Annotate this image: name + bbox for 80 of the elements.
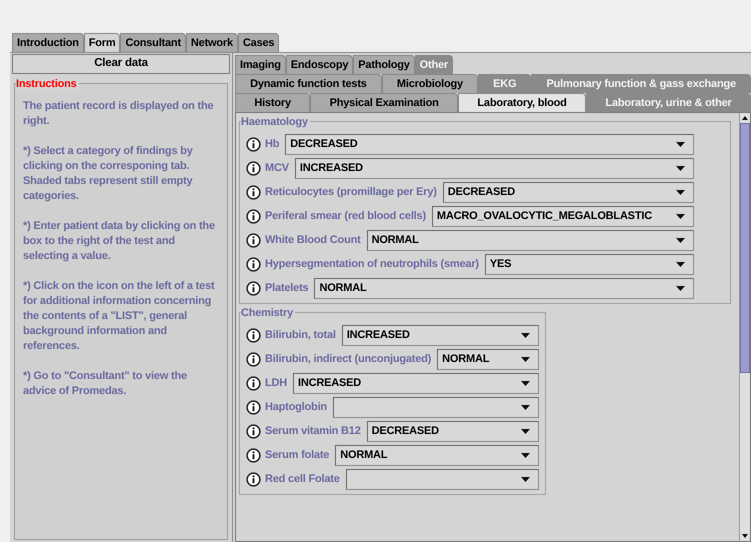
field-label: LDH xyxy=(265,376,288,392)
tab[interactable]: Dynamic function tests xyxy=(235,74,382,93)
field-label: Serum vitamin B12 xyxy=(265,424,362,440)
tab[interactable]: Network xyxy=(186,33,238,52)
tab[interactable]: Imaging xyxy=(235,55,286,74)
dropdown[interactable]: INCREASED xyxy=(294,158,694,179)
info-icon[interactable] xyxy=(246,472,261,487)
caret-icon xyxy=(521,357,530,362)
info-icon[interactable] xyxy=(246,448,261,463)
caret-icon xyxy=(676,238,685,243)
caret-icon xyxy=(521,405,530,410)
info-icon[interactable] xyxy=(246,137,261,152)
dropdown[interactable]: DECREASED xyxy=(442,182,694,203)
field-label: Hypersegmentation of neutrophils (smear) xyxy=(265,257,480,272)
clear-data-button[interactable]: Clear data xyxy=(12,54,230,74)
dropdown[interactable]: NORMAL xyxy=(335,445,539,466)
field-label: Periferal smear (red blood cells) xyxy=(265,209,427,224)
dropdown[interactable]: MACRO_OVALOCYTIC_MEGALOBLASTIC xyxy=(432,206,694,227)
info-icon[interactable] xyxy=(246,376,261,391)
caret-icon xyxy=(676,142,685,147)
field-label: MCV xyxy=(265,161,290,176)
dropdown[interactable]: DECREASED xyxy=(285,134,694,155)
tab[interactable]: Consultant xyxy=(120,33,186,52)
info-icon[interactable] xyxy=(246,233,261,248)
caret-icon xyxy=(521,453,530,458)
dropdown[interactable]: INCREASED xyxy=(293,373,539,394)
info-icon[interactable] xyxy=(246,352,261,367)
field-label: Bilirubin, total xyxy=(265,328,337,344)
field-label: Red cell Folate xyxy=(265,472,341,488)
tab[interactable]: Endoscopy xyxy=(286,55,354,74)
field-label: Serum folate xyxy=(265,448,330,464)
section-title: Chemistry xyxy=(241,305,295,322)
dropdown[interactable]: YES xyxy=(484,254,694,275)
tab[interactable]: Laboratory, blood xyxy=(458,93,586,112)
caret-icon xyxy=(676,262,685,267)
info-icon[interactable] xyxy=(246,424,261,439)
dropdown[interactable]: DECREASED xyxy=(366,421,539,442)
info-icon[interactable] xyxy=(246,328,261,343)
tab[interactable]: Microbiology xyxy=(382,74,478,93)
info-icon[interactable] xyxy=(246,209,261,224)
caret-icon xyxy=(676,214,685,219)
dropdown[interactable] xyxy=(332,397,539,418)
field-label: Reticulocytes (promillage per Ery) xyxy=(265,185,438,200)
tab[interactable]: Form xyxy=(84,33,120,52)
dropdown[interactable]: NORMAL xyxy=(314,278,694,299)
caret-icon xyxy=(521,477,530,482)
tab[interactable]: History xyxy=(235,93,310,112)
tab[interactable]: Pathology xyxy=(353,55,415,74)
info-icon[interactable] xyxy=(246,161,261,176)
instruction-text: *) Select a category of findings by clicking on the corresponing tab. Shaded tabs represent still empty categories. xyxy=(23,144,194,204)
section-title: Haematology xyxy=(241,114,310,130)
scrollbar[interactable] xyxy=(739,113,750,541)
tab[interactable]: Physical Examination xyxy=(310,93,458,112)
field-label: Platelets xyxy=(265,281,310,296)
scroll-thumb[interactable] xyxy=(740,123,750,373)
dropdown[interactable] xyxy=(346,469,539,490)
caret-icon xyxy=(676,166,685,171)
field-label: Bilirubin, indirect (unconjugated) xyxy=(265,352,432,368)
instruction-text: *) Click on the icon on the left of a test for additional information concerning the contents of a "LIST", general background information and references. xyxy=(23,279,216,354)
dropdown[interactable]: INCREASED xyxy=(342,325,539,346)
field-label: Hb xyxy=(265,137,280,152)
caret-icon xyxy=(676,190,685,195)
instruction-text: *) Enter patient data by clicking on the box to the right of the test and selecting a value. xyxy=(23,219,216,264)
tab[interactable]: Cases xyxy=(238,33,280,52)
info-icon[interactable] xyxy=(246,281,261,296)
instructions-title: Instructions xyxy=(16,76,79,92)
field-label: White Blood Count xyxy=(265,233,362,248)
caret-icon xyxy=(521,333,530,338)
field-label: Haptoglobin xyxy=(265,400,328,416)
info-icon[interactable] xyxy=(246,400,261,415)
caret-icon xyxy=(521,381,530,386)
instruction-text: The patient record is displayed on the right. xyxy=(23,99,214,129)
dropdown[interactable]: NORMAL xyxy=(437,349,539,370)
info-icon[interactable] xyxy=(246,257,261,272)
tab[interactable]: Introduction xyxy=(12,33,84,52)
caret-icon xyxy=(521,429,530,434)
dropdown[interactable]: NORMAL xyxy=(366,230,694,251)
caret-icon xyxy=(676,286,685,291)
info-icon[interactable] xyxy=(246,185,261,200)
instruction-text: *) Go to "Consultant" to view the advice of Promedas. xyxy=(23,369,188,399)
